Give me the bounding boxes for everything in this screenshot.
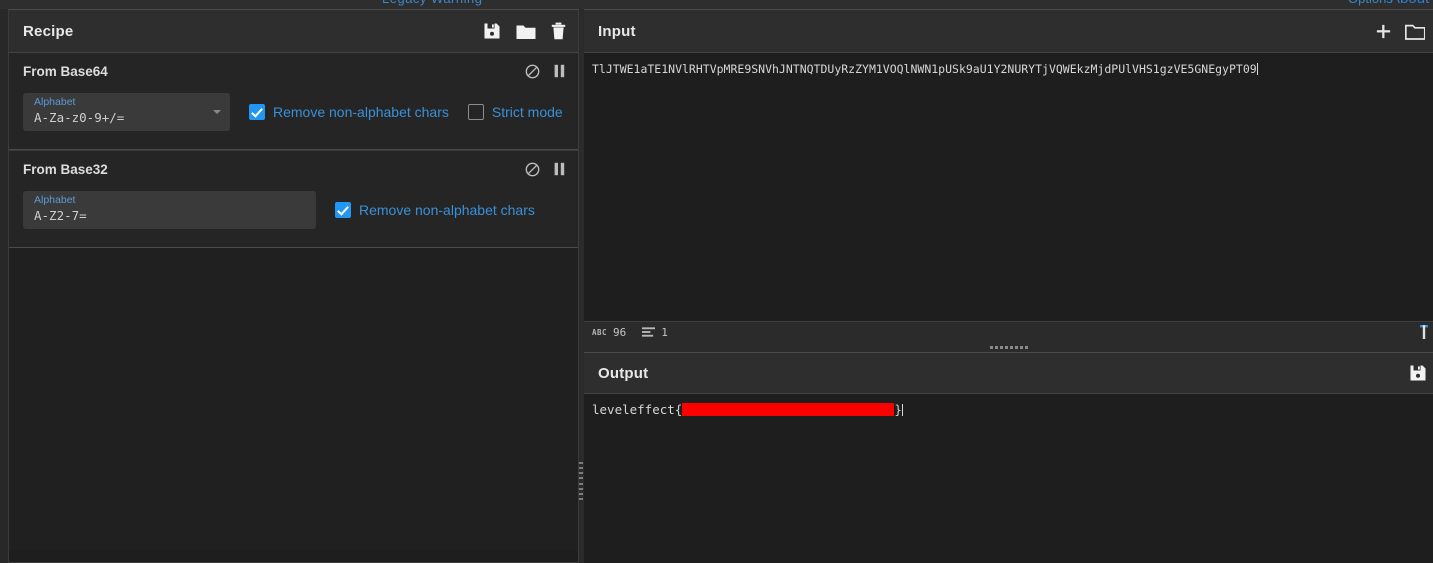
checkbox-label: Remove non-alphabet chars xyxy=(273,104,449,120)
remove-non-alphabet-chars-checkbox[interactable]: Remove non-alphabet chars xyxy=(249,104,449,120)
checkbox-box[interactable] xyxy=(467,104,484,120)
operation-name: From Base64 xyxy=(23,63,108,79)
splitter-drag-handle[interactable] xyxy=(989,346,1028,349)
operation-body: Alphabet A-Z2-7= Remove non-alphabet cha… xyxy=(9,187,578,247)
recipe-toolbar xyxy=(483,22,566,40)
output-toolbar xyxy=(1409,364,1429,382)
input-status-bar: ABC 96 1 xyxy=(584,321,1433,343)
plus-icon[interactable] xyxy=(1375,23,1392,40)
disable-icon[interactable] xyxy=(525,162,540,177)
disable-icon[interactable] xyxy=(525,64,540,79)
recipe-operation[interactable]: From Base32 Alphabet A-Z2-7= Remove non-… xyxy=(9,150,578,248)
trash-icon[interactable] xyxy=(551,22,566,40)
alphabet-label: Alphabet xyxy=(34,194,76,206)
input-title-bar: Input xyxy=(584,10,1433,53)
input-text[interactable]: TlJTWE1aTE1NVlRHTVpMRE9SNVhJNTNQTDUyRzZY… xyxy=(592,62,1257,76)
pause-icon[interactable] xyxy=(554,162,565,176)
chevron-down-icon[interactable] xyxy=(213,110,221,114)
recipe-pane: Recipe From Base64 Alphabet A-Za-z0-9+/=… xyxy=(8,9,579,563)
alphabet-select[interactable]: Alphabet A-Z2-7= xyxy=(23,191,316,229)
checkbox-box[interactable] xyxy=(335,202,351,218)
save-icon[interactable] xyxy=(483,22,501,40)
checkbox-label: Strict mode xyxy=(491,104,563,120)
clipped-banner-text: Legacy Warning xyxy=(382,0,482,6)
top-banner-strip: Legacy Warning Options About xyxy=(0,0,1433,9)
clipped-banner-text-right: Options xyxy=(1348,0,1393,6)
remove-non-alphabet-chars-checkbox[interactable]: Remove non-alphabet chars xyxy=(335,202,535,218)
output-pane: Output leveleffect{} xyxy=(584,352,1433,563)
operation-controls xyxy=(525,64,565,79)
input-title: Input xyxy=(598,22,636,40)
alphabet-label: Alphabet xyxy=(34,96,76,108)
folder-open-icon[interactable] xyxy=(1405,23,1425,40)
recipe-operation[interactable]: From Base64 Alphabet A-Za-z0-9+/= Remove… xyxy=(9,53,578,150)
text-caret xyxy=(901,404,903,416)
operation-name: From Base32 xyxy=(23,161,108,177)
input-pane: Input TlJTWE1aTE1NVlRHTVpMRE9SNVhJNTNQTD… xyxy=(584,9,1433,343)
input-output-splitter[interactable] xyxy=(584,343,1433,352)
alphabet-value: A-Za-z0-9+/= xyxy=(34,110,125,125)
line-count-value: 1 xyxy=(661,326,668,339)
output-title: Output xyxy=(598,364,649,382)
operation-header: From Base64 xyxy=(9,53,578,89)
output-editor[interactable]: leveleffect{} xyxy=(584,394,1433,563)
output-text-prefix: leveleffect{ xyxy=(592,402,683,417)
operation-header: From Base32 xyxy=(9,151,578,187)
save-icon[interactable] xyxy=(1409,364,1427,382)
char-count-stat: ABC 96 xyxy=(592,326,626,339)
output-text-suffix: } xyxy=(894,402,902,417)
checkbox-box[interactable] xyxy=(249,104,265,120)
folder-icon[interactable] xyxy=(516,23,536,40)
checkbox-label: Remove non-alphabet chars xyxy=(359,202,535,218)
text-caret xyxy=(1256,63,1258,75)
alphabet-value: A-Z2-7= xyxy=(34,208,87,223)
clipped-banner-text-far-right: About xyxy=(1390,0,1429,7)
recipe-drop-area[interactable] xyxy=(9,248,578,550)
output-title-bar: Output xyxy=(584,353,1433,394)
lines-icon xyxy=(642,324,656,342)
operation-body: Alphabet A-Za-z0-9+/= Remove non-alphabe… xyxy=(9,89,578,149)
char-count-value: 96 xyxy=(613,326,627,339)
recipe-title-bar: Recipe xyxy=(9,10,578,53)
cyberchef-app: Legacy Warning Options About Recipe xyxy=(0,0,1433,563)
strict-mode-checkbox[interactable]: Strict mode xyxy=(467,104,563,120)
input-toolbar xyxy=(1375,23,1429,40)
alphabet-select[interactable]: Alphabet A-Za-z0-9+/= xyxy=(23,93,230,131)
operation-controls xyxy=(525,162,565,177)
status-bar-right-icon[interactable] xyxy=(1417,324,1431,345)
abc-icon: ABC xyxy=(592,328,608,337)
redaction-bar xyxy=(682,403,895,416)
input-editor[interactable]: TlJTWE1aTE1NVlRHTVpMRE9SNVhJNTNQTDUyRzZY… xyxy=(584,53,1433,320)
line-count-stat: 1 xyxy=(642,324,668,342)
recipe-title: Recipe xyxy=(23,22,74,40)
pause-icon[interactable] xyxy=(554,64,565,78)
